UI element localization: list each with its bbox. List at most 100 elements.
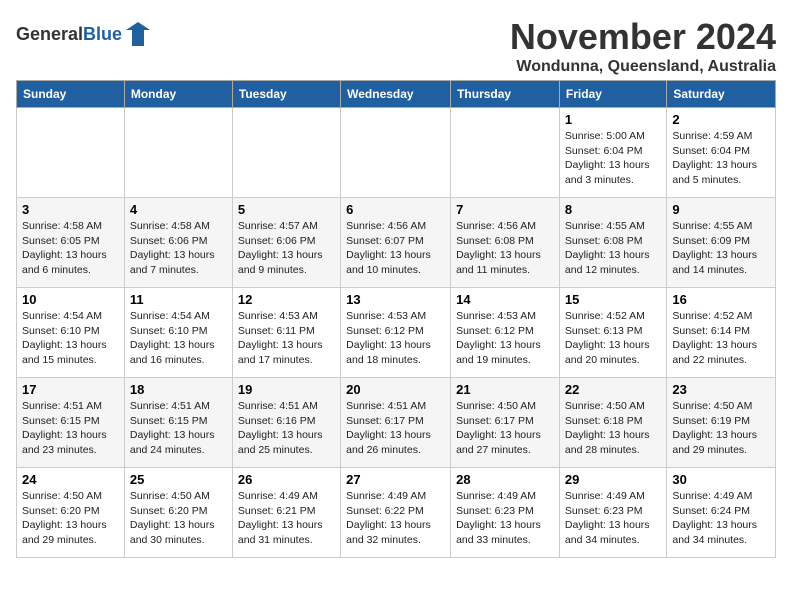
day-info: Sunrise: 4:59 AM Sunset: 6:04 PM Dayligh… bbox=[672, 129, 770, 188]
day-number: 5 bbox=[238, 202, 335, 217]
calendar-week-row: 24 Sunrise: 4:50 AM Sunset: 6:20 PM Dayli… bbox=[17, 468, 776, 558]
calendar-cell: 16 Sunrise: 4:52 AM Sunset: 6:14 PM Dayli… bbox=[667, 288, 776, 378]
header-tuesday: Tuesday bbox=[232, 81, 340, 108]
day-info: Sunrise: 4:50 AM Sunset: 6:20 PM Dayligh… bbox=[130, 489, 227, 548]
day-info: Sunrise: 4:51 AM Sunset: 6:16 PM Dayligh… bbox=[238, 399, 335, 458]
day-number: 6 bbox=[346, 202, 445, 217]
day-number: 7 bbox=[456, 202, 554, 217]
day-number: 15 bbox=[565, 292, 661, 307]
calendar-cell: 29Sunrise: 4:49 AM Sunset: 6:23 PM Dayli… bbox=[559, 468, 666, 558]
calendar-cell: 25 Sunrise: 4:50 AM Sunset: 6:20 PM Dayli… bbox=[124, 468, 232, 558]
calendar-cell: 11 Sunrise: 4:54 AM Sunset: 6:10 PM Dayli… bbox=[124, 288, 232, 378]
location-title: Wondunna, Queensland, Australia bbox=[510, 58, 776, 76]
logo-icon bbox=[124, 20, 152, 48]
calendar-cell: 7 Sunrise: 4:56 AM Sunset: 6:08 PM Daylig… bbox=[451, 198, 560, 288]
calendar-cell: 28Sunrise: 4:49 AM Sunset: 6:23 PM Dayli… bbox=[451, 468, 560, 558]
day-number: 14 bbox=[456, 292, 554, 307]
calendar-cell bbox=[124, 108, 232, 198]
day-info: Sunrise: 4:51 AM Sunset: 6:15 PM Dayligh… bbox=[22, 399, 119, 458]
calendar-cell: 22 Sunrise: 4:50 AM Sunset: 6:18 PM Dayli… bbox=[559, 378, 666, 468]
day-info: Sunrise: 4:57 AM Sunset: 6:06 PM Dayligh… bbox=[238, 219, 335, 278]
day-info: Sunrise: 5:00 AM Sunset: 6:04 PM Dayligh… bbox=[565, 129, 661, 188]
day-info: Sunrise: 4:53 AM Sunset: 6:12 PM Dayligh… bbox=[456, 309, 554, 368]
calendar-cell: 21Sunrise: 4:50 AM Sunset: 6:17 PM Dayli… bbox=[451, 378, 560, 468]
calendar-cell: 19 Sunrise: 4:51 AM Sunset: 6:16 PM Dayli… bbox=[232, 378, 340, 468]
calendar-cell: 20 Sunrise: 4:51 AM Sunset: 6:17 PM Dayli… bbox=[341, 378, 451, 468]
day-number: 12 bbox=[238, 292, 335, 307]
calendar-cell: 23Sunrise: 4:50 AM Sunset: 6:19 PM Dayli… bbox=[667, 378, 776, 468]
calendar-week-row: 10 Sunrise: 4:54 AM Sunset: 6:10 PM Dayli… bbox=[17, 288, 776, 378]
day-number: 3 bbox=[22, 202, 119, 217]
title-area: November 2024 Wondunna, Queensland, Aust… bbox=[510, 16, 776, 76]
calendar-cell: 1 Sunrise: 5:00 AM Sunset: 6:04 PM Daylig… bbox=[559, 108, 666, 198]
day-number: 13 bbox=[346, 292, 445, 307]
calendar-cell: 3 Sunrise: 4:58 AM Sunset: 6:05 PM Daylig… bbox=[17, 198, 125, 288]
day-info: Sunrise: 4:51 AM Sunset: 6:17 PM Dayligh… bbox=[346, 399, 445, 458]
day-info: Sunrise: 4:54 AM Sunset: 6:10 PM Dayligh… bbox=[22, 309, 119, 368]
logo-general: GeneralBlue bbox=[16, 24, 122, 45]
day-info: Sunrise: 4:55 AM Sunset: 6:08 PM Dayligh… bbox=[565, 219, 661, 278]
calendar-cell bbox=[232, 108, 340, 198]
header-sunday: Sunday bbox=[17, 81, 125, 108]
day-number: 8 bbox=[565, 202, 661, 217]
day-number: 2 bbox=[672, 112, 770, 127]
calendar-cell bbox=[451, 108, 560, 198]
day-number: 24 bbox=[22, 472, 119, 487]
day-info: Sunrise: 4:50 AM Sunset: 6:18 PM Dayligh… bbox=[565, 399, 661, 458]
day-info: Sunrise: 4:54 AM Sunset: 6:10 PM Dayligh… bbox=[130, 309, 227, 368]
header-thursday: Thursday bbox=[451, 81, 560, 108]
day-info: Sunrise: 4:56 AM Sunset: 6:08 PM Dayligh… bbox=[456, 219, 554, 278]
calendar-header-row: SundayMondayTuesdayWednesdayThursdayFrid… bbox=[17, 81, 776, 108]
day-number: 25 bbox=[130, 472, 227, 487]
day-number: 23 bbox=[672, 382, 770, 397]
day-info: Sunrise: 4:53 AM Sunset: 6:12 PM Dayligh… bbox=[346, 309, 445, 368]
calendar-cell bbox=[17, 108, 125, 198]
day-number: 4 bbox=[130, 202, 227, 217]
day-info: Sunrise: 4:52 AM Sunset: 6:14 PM Dayligh… bbox=[672, 309, 770, 368]
day-info: Sunrise: 4:58 AM Sunset: 6:06 PM Dayligh… bbox=[130, 219, 227, 278]
header-wednesday: Wednesday bbox=[341, 81, 451, 108]
calendar-cell bbox=[341, 108, 451, 198]
day-number: 22 bbox=[565, 382, 661, 397]
day-info: Sunrise: 4:49 AM Sunset: 6:23 PM Dayligh… bbox=[565, 489, 661, 548]
header-friday: Friday bbox=[559, 81, 666, 108]
calendar-cell: 26 Sunrise: 4:49 AM Sunset: 6:21 PM Dayli… bbox=[232, 468, 340, 558]
day-info: Sunrise: 4:52 AM Sunset: 6:13 PM Dayligh… bbox=[565, 309, 661, 368]
day-number: 9 bbox=[672, 202, 770, 217]
day-number: 27 bbox=[346, 472, 445, 487]
day-number: 28 bbox=[456, 472, 554, 487]
header-saturday: Saturday bbox=[667, 81, 776, 108]
calendar-cell: 30Sunrise: 4:49 AM Sunset: 6:24 PM Dayli… bbox=[667, 468, 776, 558]
day-number: 19 bbox=[238, 382, 335, 397]
day-number: 20 bbox=[346, 382, 445, 397]
day-info: Sunrise: 4:53 AM Sunset: 6:11 PM Dayligh… bbox=[238, 309, 335, 368]
calendar-cell: 13 Sunrise: 4:53 AM Sunset: 6:12 PM Dayli… bbox=[341, 288, 451, 378]
calendar-week-row: 1 Sunrise: 5:00 AM Sunset: 6:04 PM Daylig… bbox=[17, 108, 776, 198]
day-number: 18 bbox=[130, 382, 227, 397]
day-info: Sunrise: 4:56 AM Sunset: 6:07 PM Dayligh… bbox=[346, 219, 445, 278]
day-number: 10 bbox=[22, 292, 119, 307]
day-info: Sunrise: 4:49 AM Sunset: 6:22 PM Dayligh… bbox=[346, 489, 445, 548]
day-number: 17 bbox=[22, 382, 119, 397]
calendar-cell: 5 Sunrise: 4:57 AM Sunset: 6:06 PM Daylig… bbox=[232, 198, 340, 288]
calendar-table: SundayMondayTuesdayWednesdayThursdayFrid… bbox=[16, 80, 776, 558]
calendar-week-row: 3 Sunrise: 4:58 AM Sunset: 6:05 PM Daylig… bbox=[17, 198, 776, 288]
day-info: Sunrise: 4:51 AM Sunset: 6:15 PM Dayligh… bbox=[130, 399, 227, 458]
calendar-cell: 14 Sunrise: 4:53 AM Sunset: 6:12 PM Dayli… bbox=[451, 288, 560, 378]
day-number: 11 bbox=[130, 292, 227, 307]
calendar-cell: 10 Sunrise: 4:54 AM Sunset: 6:10 PM Dayli… bbox=[17, 288, 125, 378]
day-number: 16 bbox=[672, 292, 770, 307]
calendar-cell: 8 Sunrise: 4:55 AM Sunset: 6:08 PM Daylig… bbox=[559, 198, 666, 288]
day-info: Sunrise: 4:58 AM Sunset: 6:05 PM Dayligh… bbox=[22, 219, 119, 278]
day-info: Sunrise: 4:49 AM Sunset: 6:21 PM Dayligh… bbox=[238, 489, 335, 548]
calendar-cell: 18 Sunrise: 4:51 AM Sunset: 6:15 PM Dayli… bbox=[124, 378, 232, 468]
calendar-cell: 17 Sunrise: 4:51 AM Sunset: 6:15 PM Dayli… bbox=[17, 378, 125, 468]
calendar-cell: 12 Sunrise: 4:53 AM Sunset: 6:11 PM Dayli… bbox=[232, 288, 340, 378]
calendar-cell: 9Sunrise: 4:55 AM Sunset: 6:09 PM Daylig… bbox=[667, 198, 776, 288]
calendar-cell: 2 Sunrise: 4:59 AM Sunset: 6:04 PM Daylig… bbox=[667, 108, 776, 198]
day-number: 1 bbox=[565, 112, 661, 127]
calendar-cell: 15 Sunrise: 4:52 AM Sunset: 6:13 PM Dayli… bbox=[559, 288, 666, 378]
day-number: 26 bbox=[238, 472, 335, 487]
day-info: Sunrise: 4:50 AM Sunset: 6:20 PM Dayligh… bbox=[22, 489, 119, 548]
day-number: 30 bbox=[672, 472, 770, 487]
